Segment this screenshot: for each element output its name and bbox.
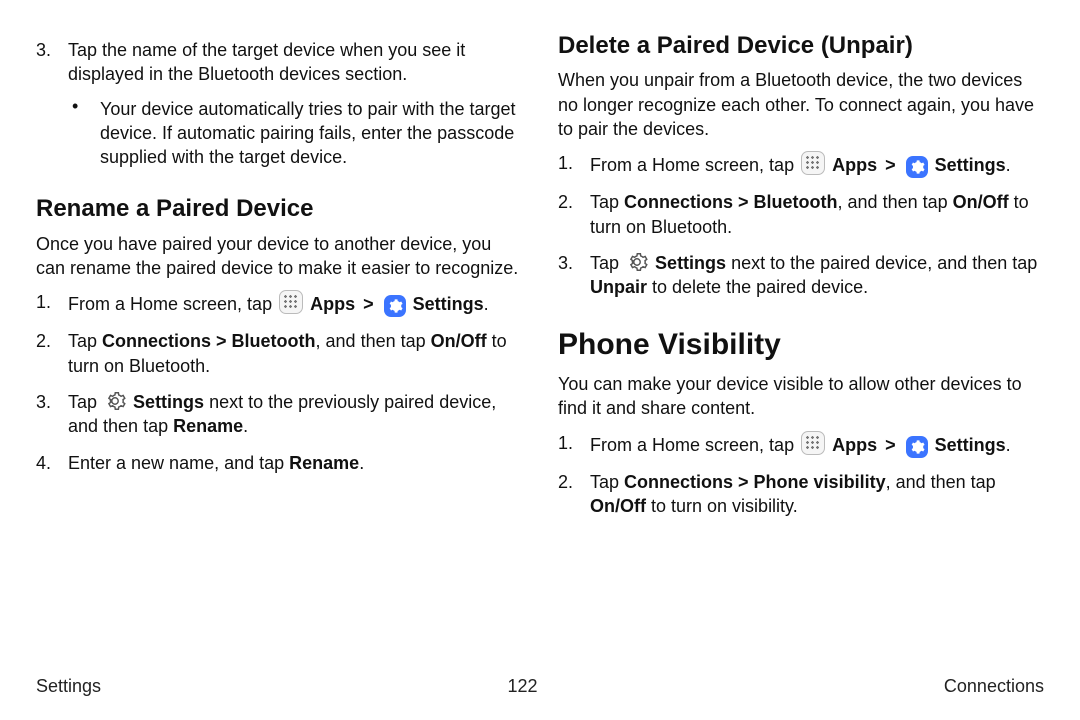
step-bold: On/Off <box>431 331 487 351</box>
step-number: 2. <box>558 190 590 239</box>
step-text: , and then tap <box>316 331 431 351</box>
delete-intro: When you unpair from a Bluetooth device,… <box>558 68 1044 141</box>
apps-icon <box>801 431 825 455</box>
step-text: From a Home screen, tap <box>590 435 799 455</box>
right-column: Delete a Paired Device (Unpair) When you… <box>558 30 1044 530</box>
step-number: 1. <box>558 431 590 458</box>
step-bold: Rename <box>289 453 359 473</box>
step-bold: On/Off <box>590 496 646 516</box>
rename-step-1: 1. From a Home screen, tap Apps > Settin… <box>36 290 522 317</box>
rename-step-4: 4. Enter a new name, and tap Rename. <box>36 451 522 475</box>
visibility-step-2: 2. Tap Connections > Phone visibility, a… <box>558 470 1044 519</box>
settings-label: Settings <box>935 155 1006 175</box>
settings-icon <box>384 295 406 317</box>
step-text: to turn on visibility. <box>646 496 798 516</box>
step-bold: Rename <box>173 416 243 436</box>
step-end: . <box>484 294 489 314</box>
step-text: Tap the name of the target device when y… <box>68 40 465 84</box>
rename-step-3: 3. Tap Settings next to the previously p… <box>36 390 522 439</box>
step-bold: Unpair <box>590 277 647 297</box>
page-footer: Settings 122 Connections <box>36 674 1044 698</box>
settings-icon <box>906 156 928 178</box>
step-text: From a Home screen, tap <box>590 155 799 175</box>
step-bold: Connections > Bluetooth <box>102 331 316 351</box>
visibility-intro: You can make your device visible to allo… <box>558 372 1044 421</box>
delete-step-1: 1. From a Home screen, tap Apps > Settin… <box>558 151 1044 178</box>
manual-page: 3. Tap the name of the target device whe… <box>0 0 1080 720</box>
settings-gear-icon <box>104 390 126 412</box>
delete-heading: Delete a Paired Device (Unpair) <box>558 30 1044 62</box>
step-text: Tap <box>590 472 624 492</box>
step-bold: On/Off <box>953 192 1009 212</box>
pair-step-3: 3. Tap the name of the target device whe… <box>36 38 522 175</box>
step-number: 1. <box>36 290 68 317</box>
chevron-icon: > <box>885 435 896 455</box>
settings-label: Settings <box>935 435 1006 455</box>
step-number: 3. <box>36 390 68 439</box>
delete-step-3: 3. Tap Settings next to the paired devic… <box>558 251 1044 300</box>
bullet-icon: • <box>68 97 100 170</box>
step-bold: Connections > Bluetooth <box>624 192 838 212</box>
apps-label: Apps <box>310 294 355 314</box>
apps-label: Apps <box>832 155 877 175</box>
step-text: Tap <box>590 253 624 273</box>
step-bold: Settings <box>655 253 726 273</box>
step-bold: Settings <box>133 392 204 412</box>
step-text: , and then tap <box>886 472 996 492</box>
step-text: Tap <box>68 331 102 351</box>
step-number: 2. <box>558 470 590 519</box>
chevron-icon: > <box>363 294 374 314</box>
settings-gear-icon <box>626 251 648 273</box>
rename-step-2: 2. Tap Connections > Bluetooth, and then… <box>36 329 522 378</box>
step-text: Enter a new name, and tap <box>68 453 289 473</box>
apps-icon <box>801 151 825 175</box>
visibility-step-1: 1. From a Home screen, tap Apps > Settin… <box>558 431 1044 458</box>
step-text: Tap <box>68 392 102 412</box>
left-column: 3. Tap the name of the target device whe… <box>36 30 522 530</box>
chevron-icon: > <box>885 155 896 175</box>
step-end: . <box>1006 435 1011 455</box>
step-text: to delete the paired device. <box>647 277 868 297</box>
bullet-text: Your device automatically tries to pair … <box>100 97 522 170</box>
pair-step-3-bullet: • Your device automatically tries to pai… <box>68 97 522 170</box>
step-number: 2. <box>36 329 68 378</box>
apps-icon <box>279 290 303 314</box>
settings-label: Settings <box>413 294 484 314</box>
settings-icon <box>906 436 928 458</box>
step-number: 3. <box>558 251 590 300</box>
step-number: 1. <box>558 151 590 178</box>
delete-step-2: 2. Tap Connections > Bluetooth, and then… <box>558 190 1044 239</box>
footer-left: Settings <box>36 674 101 698</box>
apps-label: Apps <box>832 435 877 455</box>
step-text: , and then tap <box>838 192 953 212</box>
step-number: 4. <box>36 451 68 475</box>
footer-right: Connections <box>944 674 1044 698</box>
visibility-heading: Phone Visibility <box>558 325 1044 366</box>
two-column-layout: 3. Tap the name of the target device whe… <box>36 30 1044 530</box>
step-text: next to the paired device, and then tap <box>726 253 1037 273</box>
step-text: . <box>359 453 364 473</box>
rename-intro: Once you have paired your device to anot… <box>36 232 522 281</box>
step-bold: Connections > Phone visibility <box>624 472 886 492</box>
step-text: . <box>243 416 248 436</box>
rename-heading: Rename a Paired Device <box>36 193 522 225</box>
step-text: Tap <box>590 192 624 212</box>
step-end: . <box>1006 155 1011 175</box>
step-text: From a Home screen, tap <box>68 294 277 314</box>
step-number: 3. <box>36 38 68 175</box>
footer-page-number: 122 <box>507 674 537 698</box>
